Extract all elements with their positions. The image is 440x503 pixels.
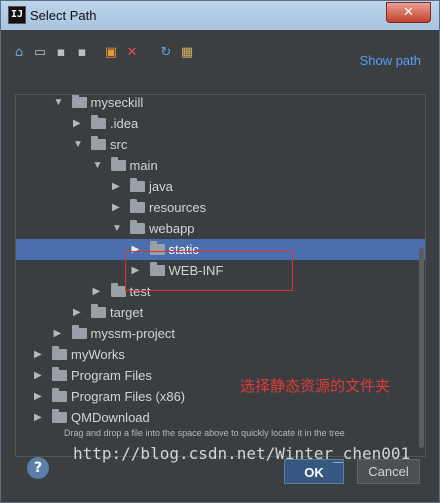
tree-item-label: java: [149, 179, 173, 194]
drag-drop-hint: Drag and drop a file into the space abov…: [64, 428, 345, 438]
folder-icon: [71, 95, 87, 108]
tree-item-myworks[interactable]: ▶ myWorks: [16, 344, 425, 365]
folder-icon: [71, 325, 87, 339]
tree-item-label: target: [110, 305, 144, 320]
folder-icon: [130, 199, 145, 213]
tree-item-java[interactable]: ▶ java: [16, 176, 425, 197]
tree-item-myseckill[interactable]: ▼ myseckill: [16, 95, 425, 113]
home-icon[interactable]: ⌂: [10, 44, 28, 62]
expanded-arrow-icon[interactable]: ▼: [73, 138, 83, 151]
tree-item-main[interactable]: ▼ main: [16, 155, 425, 176]
delete-icon[interactable]: ✕: [123, 44, 141, 62]
tree-item-label: myWorks: [71, 347, 125, 362]
tree-item-label: .idea: [110, 116, 139, 131]
refresh-icon[interactable]: ↻: [157, 44, 175, 62]
folder-icon: [52, 346, 67, 360]
folder-icon: [91, 304, 106, 318]
folder-icon: [91, 115, 106, 129]
project-icon[interactable]: ▪: [52, 44, 70, 62]
new-folder-icon[interactable]: ▣: [102, 44, 120, 62]
collapsed-arrow-icon[interactable]: ▶: [54, 327, 62, 340]
tree-item-label: Program Files (x86): [71, 389, 186, 404]
tree-item-webapp[interactable]: ▼ webapp: [16, 218, 425, 239]
annotation-text: 选择静态资源的文件夹: [240, 378, 391, 395]
watermark: http://blog.csdn.net/Winter_chen001: [73, 444, 411, 463]
folder-icon: [52, 388, 67, 402]
folder-icon: [130, 178, 145, 192]
folder-icon: [91, 136, 106, 150]
toolbar: Show path ⌂ ▭ ▪ ▪ ▣ ✕ ↻ ▦: [8, 39, 433, 68]
folder-icon: [52, 367, 67, 381]
tree-item-label: myseckill: [90, 95, 144, 110]
tree-item-label: Program Files: [71, 368, 152, 383]
folder-icon: [110, 157, 126, 171]
tree-item-qmdownload[interactable]: ▶ QMDownload: [16, 407, 425, 428]
select-path-dialog: IJ Select Path ✕ Show path ⌂▭▪▪▣✕↻▦ ▶fun…: [0, 0, 440, 503]
folder-icon: [52, 409, 67, 423]
dialog-title: Select Path: [30, 8, 97, 23]
collapsed-arrow-icon[interactable]: ▶: [93, 285, 101, 298]
intellij-icon: IJ: [8, 6, 26, 24]
close-button[interactable]: ✕: [386, 2, 431, 23]
expanded-arrow-icon[interactable]: ▼: [93, 159, 103, 172]
module-icon[interactable]: ▪: [73, 44, 91, 62]
tree-item-label: QMDownload: [71, 410, 150, 425]
tree-item-resources[interactable]: ▶ resources: [16, 197, 425, 218]
tree-scrollbar[interactable]: [419, 248, 424, 448]
file-tree[interactable]: ▶funiture▼myseckill▶.idea▼src▼main▶java▶…: [15, 94, 426, 457]
collapsed-arrow-icon[interactable]: ▶: [73, 117, 81, 130]
tree-item--idea[interactable]: ▶ .idea: [16, 113, 425, 134]
collapsed-arrow-icon[interactable]: ▶: [112, 180, 120, 193]
tree-item-target[interactable]: ▶ target: [16, 302, 425, 323]
tree-item-label: webapp: [149, 221, 195, 236]
collapsed-arrow-icon[interactable]: ▶: [34, 369, 42, 382]
desktop-icon[interactable]: ▭: [31, 44, 49, 62]
collapsed-arrow-icon[interactable]: ▶: [34, 390, 42, 403]
tree-item-label: resources: [149, 200, 207, 215]
tree-item-myssm-project[interactable]: ▶ myssm-project: [16, 323, 425, 344]
collapsed-arrow-icon[interactable]: ▶: [34, 348, 42, 361]
title-bar: IJ Select Path ✕: [1, 1, 439, 30]
folder-icon: [130, 220, 145, 234]
tree-item-label: src: [110, 137, 128, 152]
highlight-box: [125, 251, 293, 291]
tree-item-src[interactable]: ▼ src: [16, 134, 425, 155]
tree-item-label: myssm-project: [90, 326, 176, 341]
folder-icon: [110, 283, 126, 297]
show-path-link[interactable]: Show path: [360, 53, 421, 68]
help-button[interactable]: ?: [27, 457, 49, 479]
expanded-arrow-icon[interactable]: ▼: [112, 222, 122, 235]
dialog-body: Show path ⌂▭▪▪▣✕↻▦ ▶funiture▼myseckill▶.…: [8, 31, 433, 497]
collapsed-arrow-icon[interactable]: ▶: [34, 411, 42, 424]
expanded-arrow-icon[interactable]: ▼: [54, 96, 64, 109]
collapsed-arrow-icon[interactable]: ▶: [73, 306, 81, 319]
tree-item-label: main: [129, 158, 158, 173]
show-hidden-icon[interactable]: ▦: [178, 44, 196, 62]
collapsed-arrow-icon[interactable]: ▶: [112, 201, 120, 214]
